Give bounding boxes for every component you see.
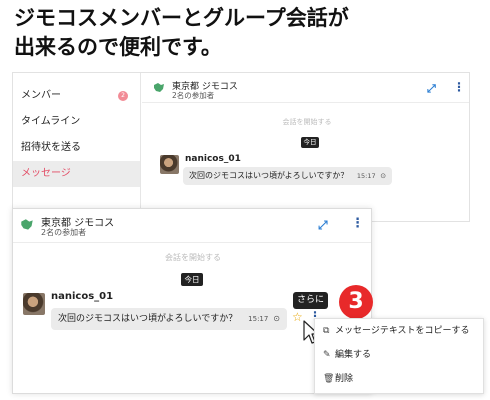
conversation-start-text: 会話を開始する — [165, 253, 221, 262]
menu-item-delete[interactable]: 🗑削除 — [315, 367, 483, 391]
sidebar-item-members[interactable]: メンバー 2 — [13, 83, 140, 109]
copy-icon: ⧉ — [323, 326, 330, 336]
message-text: 次回のジモコスはいつ頃がよろしいですか？ — [58, 314, 238, 324]
headline-line-1: ジモコスメンバーとグループ会話が — [14, 6, 349, 30]
sidebar-item-messages[interactable]: メッセージ — [13, 161, 140, 187]
headline-line-2: 出来るので便利です。 — [14, 35, 222, 59]
more-options-icon[interactable]: ⋮ — [453, 80, 465, 94]
today-badge: 今日 — [181, 273, 203, 286]
menu-item-label: 編集する — [335, 350, 372, 360]
conversation-start-text: 会話を開始する — [282, 118, 332, 126]
sidebar: メンバー 2 タイムライン 招待状を送る メッセージ — [13, 73, 141, 221]
message-time: 15:17 — [356, 172, 376, 180]
chat-header: 東京都 ジモコス 2名の参加者 ⤢ ⋮ — [142, 73, 469, 103]
expand-icon[interactable]: ⤢ — [427, 82, 436, 96]
avatar[interactable] — [23, 293, 45, 315]
headline: ジモコスメンバーとグループ会話が 出来るので便利です。 — [14, 4, 484, 62]
message-bubble[interactable]: 次回のジモコスはいつ頃がよろしいですか？ 15:17 ⊙ — [183, 167, 393, 185]
menu-item-label: メッセージテキストをコピーする — [335, 326, 470, 336]
group-map-icon — [154, 83, 164, 92]
message-time: 15:17 — [248, 315, 269, 323]
more-tooltip: さらに — [293, 292, 328, 309]
trash-icon: 🗑 — [323, 374, 335, 384]
sidebar-item-timeline[interactable]: タイムライン — [13, 109, 140, 135]
participant-count: 2名の参加者 — [172, 91, 215, 100]
sidebar-item-label: タイムライン — [21, 116, 81, 127]
background-chat-pane: 東京都 ジモコス 2名の参加者 ⤢ ⋮ 会話を開始する 今日 nanicos_0… — [142, 73, 469, 221]
background-app-window: メンバー 2 タイムライン 招待状を送る メッセージ 東京都 ジモコス 2名の参… — [12, 72, 470, 222]
avatar[interactable] — [160, 155, 179, 174]
read-status-icon: ⊙ — [273, 314, 280, 323]
user-name[interactable]: nanicos_01 — [185, 154, 241, 164]
message-context-menu: ⧉ メッセージテキストをコピーする ✎ 編集する 🗑削除 — [314, 318, 484, 394]
chat-header: 東京都 ジモコス 2名の参加者 ⤢ ⋮ — [13, 209, 371, 243]
participant-count: 2名の参加者 — [41, 228, 87, 237]
today-badge: 今日 — [301, 137, 319, 148]
expand-icon[interactable]: ⤢ — [318, 218, 328, 233]
message-bubble[interactable]: 次回のジモコスはいつ頃がよろしいですか？ 15:17 ⊙ — [51, 308, 287, 330]
pencil-icon: ✎ — [323, 350, 331, 360]
sidebar-item-label: メンバー — [21, 90, 61, 101]
group-map-icon — [21, 219, 33, 230]
sidebar-item-label: メッセージ — [21, 168, 71, 179]
menu-item-edit[interactable]: ✎ 編集する — [315, 343, 483, 367]
member-count-badge: 2 — [118, 91, 128, 101]
more-options-icon[interactable]: ⋮ — [351, 216, 364, 231]
sidebar-item-label: 招待状を送る — [21, 142, 81, 153]
sidebar-item-invite[interactable]: 招待状を送る — [13, 135, 140, 161]
read-status-icon: ⊙ — [380, 172, 387, 180]
step-number-badge: 3 — [339, 285, 373, 319]
menu-item-copy[interactable]: ⧉ メッセージテキストをコピーする — [315, 319, 483, 343]
user-name[interactable]: nanicos_01 — [51, 291, 113, 302]
menu-item-label: 削除 — [335, 374, 354, 384]
message-text: 次回のジモコスはいつ頃がよろしいですか？ — [189, 171, 349, 180]
